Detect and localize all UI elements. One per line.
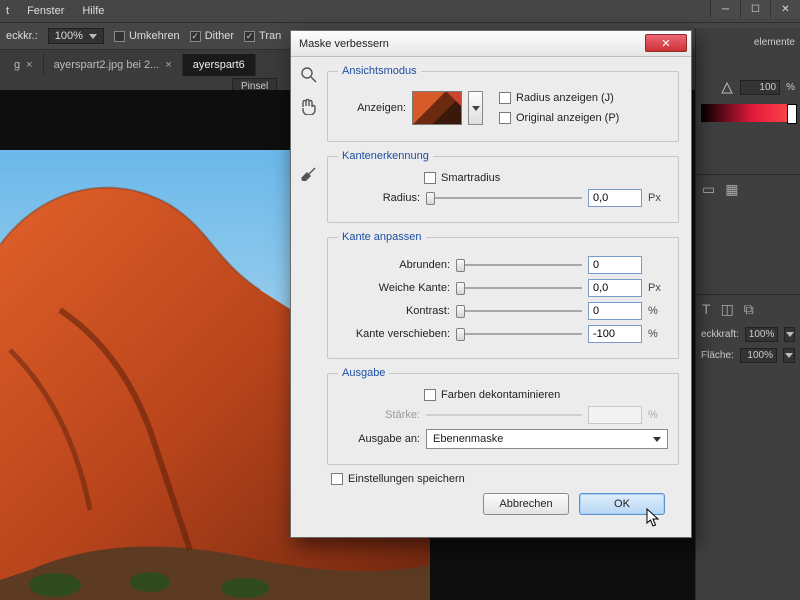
panel-title: elemente — [754, 37, 795, 48]
save-settings-checkbox[interactable]: Einstellungen speichern — [331, 473, 679, 485]
smart-radius-checkbox[interactable]: Smartradius — [424, 172, 668, 184]
contrast-label: Kontrast: — [338, 305, 450, 317]
unit-label: % — [648, 305, 668, 317]
show-radius-checkbox[interactable]: Radius anzeigen (J) — [499, 92, 619, 104]
decontaminate-checkbox[interactable]: Farben dekontaminieren — [424, 389, 668, 401]
unit-label: Px — [648, 192, 668, 204]
feather-label: Weiche Kante: — [338, 282, 450, 294]
minimize-button[interactable]: ─ — [710, 0, 740, 18]
close-button[interactable]: ✕ — [770, 0, 800, 18]
amount-input — [588, 406, 642, 424]
dither-checkbox[interactable]: ✓Dither — [190, 30, 234, 42]
smooth-label: Abrunden: — [338, 259, 450, 271]
brush-icon[interactable] — [299, 163, 317, 181]
chevron-down-icon — [89, 34, 97, 39]
menu-item-hilfe[interactable]: Hilfe — [82, 5, 104, 17]
unit-label: % — [648, 409, 668, 421]
show-original-checkbox[interactable]: Original anzeigen (P) — [499, 112, 619, 124]
zoom-icon[interactable] — [299, 65, 317, 83]
smooth-input[interactable] — [588, 256, 642, 274]
contrast-slider[interactable] — [456, 304, 582, 318]
ok-button[interactable]: OK — [579, 493, 665, 515]
output-group: Ausgabe Farben dekontaminieren Stärke: %… — [327, 367, 679, 465]
contrast-input[interactable] — [588, 302, 642, 320]
dialog-tool-column — [291, 57, 325, 537]
right-panel: elemente 100 % ▭ ▦ T ◫ ⧉ eckkraft: 100% … — [695, 28, 800, 600]
grid-icon[interactable]: ▦ — [725, 181, 738, 198]
group-legend: Kantenerkennung — [338, 150, 433, 162]
menu-bar: t Fenster Hilfe — [0, 0, 800, 22]
view-thumbnail[interactable] — [412, 91, 462, 125]
dialog-title: Maske verbessern — [299, 38, 389, 50]
document-tab-active[interactable]: ayerspart6 — [183, 54, 256, 76]
feather-slider[interactable] — [456, 281, 582, 295]
fill-panel-value[interactable]: 100% — [740, 348, 777, 363]
value-box[interactable]: 100 — [740, 80, 780, 95]
menu-item-fenster[interactable]: Fenster — [27, 5, 64, 17]
menu-item[interactable]: t — [6, 5, 9, 17]
opacity-panel-value[interactable]: 100% — [745, 327, 779, 342]
triangle-icon — [720, 81, 734, 95]
dialog-close-button[interactable]: ✕ — [645, 34, 687, 52]
output-to-label: Ausgabe an: — [338, 433, 420, 445]
link-icon[interactable]: ⧉ — [744, 301, 754, 318]
view-mode-group: Ansichtsmodus Anzeigen: Radius anzeigen … — [327, 65, 679, 142]
unit-label: Px — [648, 282, 668, 294]
adjust-edge-group: Kante anpassen Abrunden: Weiche Kante: P… — [327, 231, 679, 359]
dialog-footer: Abbrechen OK — [327, 487, 679, 527]
panel-icon[interactable]: ▭ — [702, 181, 715, 198]
group-legend: Ansichtsmodus — [338, 65, 421, 77]
chevron-down-icon — [472, 106, 480, 111]
close-icon[interactable]: × — [165, 59, 171, 71]
opacity-panel-label: eckkraft: — [701, 329, 739, 340]
unit-label: % — [648, 328, 668, 340]
radius-slider[interactable] — [426, 191, 582, 205]
text-icon[interactable]: T — [702, 301, 711, 318]
dialog-titlebar[interactable]: Maske verbessern ✕ — [291, 31, 691, 57]
percent-label: % — [786, 82, 795, 93]
amount-label: Stärke: — [338, 409, 420, 421]
edge-detection-group: Kantenerkennung Smartradius Radius: Px — [327, 150, 679, 223]
shift-edge-slider[interactable] — [456, 327, 582, 341]
dropdown-button[interactable] — [783, 348, 795, 363]
cancel-button[interactable]: Abbrechen — [483, 493, 569, 515]
output-to-select[interactable]: Ebenenmaske — [426, 429, 668, 449]
chevron-down-icon — [653, 437, 661, 442]
refine-mask-dialog: Maske verbessern ✕ Ansichtsmodus Anzeige… — [290, 30, 692, 538]
show-label: Anzeigen: — [338, 102, 406, 114]
gradient-preview[interactable] — [701, 104, 795, 122]
radius-input[interactable] — [588, 189, 642, 207]
maximize-button[interactable]: ☐ — [740, 0, 770, 18]
group-legend: Kante anpassen — [338, 231, 426, 243]
opacity-dropdown[interactable]: 100% — [48, 28, 104, 44]
shift-edge-input[interactable] — [588, 325, 642, 343]
smooth-slider[interactable] — [456, 258, 582, 272]
view-thumbnail-dropdown[interactable] — [468, 91, 483, 125]
document-tab[interactable]: ayerspart2.jpg bei 2...× — [44, 54, 183, 76]
transparency-checkbox[interactable]: ✓Tran — [244, 30, 281, 42]
amount-slider — [426, 408, 582, 422]
shift-edge-label: Kante verschieben: — [338, 328, 450, 340]
opacity-label: eckkr.: — [6, 30, 38, 42]
close-icon[interactable]: × — [26, 59, 32, 71]
dropdown-button[interactable] — [784, 327, 795, 342]
hand-icon[interactable] — [299, 97, 317, 115]
fill-panel-label: Fläche: — [701, 350, 734, 361]
window-controls: ─ ☐ ✕ — [710, 0, 800, 18]
radius-label: Radius: — [338, 192, 420, 204]
document-tab[interactable]: g× — [4, 54, 44, 76]
feather-input[interactable] — [588, 279, 642, 297]
group-legend: Ausgabe — [338, 367, 389, 379]
invert-checkbox[interactable]: Umkehren — [114, 30, 180, 42]
transform-icon[interactable]: ◫ — [721, 301, 734, 318]
